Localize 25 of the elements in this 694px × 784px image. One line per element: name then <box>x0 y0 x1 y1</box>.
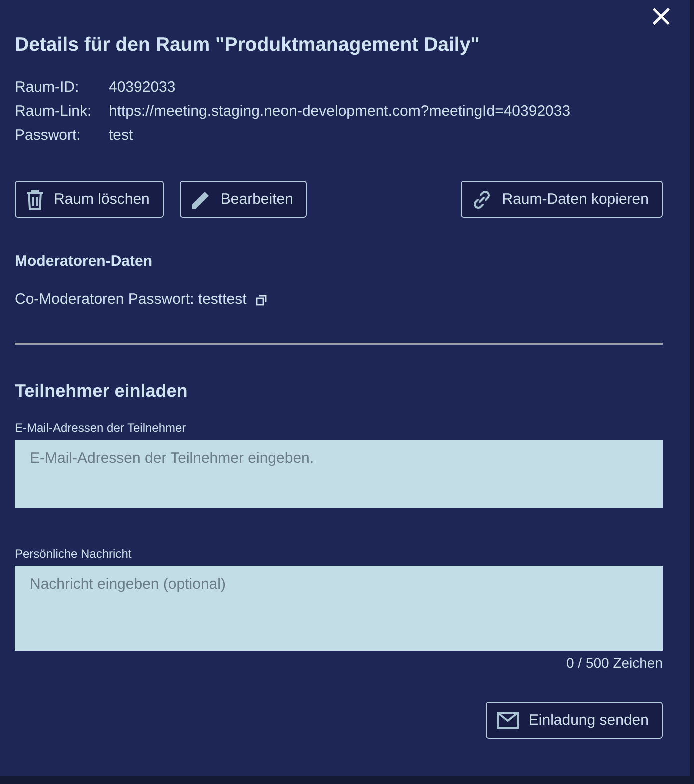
info-label: Raum-ID: <box>15 78 80 98</box>
envelope-icon <box>496 712 519 729</box>
text-field[interactable]: Nachricht eingeben (optional) <box>15 566 663 651</box>
field-label: Persönliche Nachricht <box>15 546 133 562</box>
pencil-icon <box>190 190 211 210</box>
trash-icon <box>26 190 44 210</box>
info-value: test <box>109 126 134 146</box>
send-invitation-button[interactable]: Einladung senden <box>486 702 663 739</box>
character-counter: 0 / 500 Zeichen <box>565 654 663 672</box>
link-icon <box>472 190 492 210</box>
info-label: Passwort: <box>15 126 82 146</box>
copy-button[interactable]: Raum-Daten kopieren <box>461 181 663 218</box>
dialog-title: Details für den Raum "Produktmanagement Daily" <box>15 33 481 58</box>
section-heading: Teilnehmer einladen <box>15 380 189 403</box>
text-field[interactable]: E-Mail-Adressen der Teilnehmer eingeben. <box>15 440 663 508</box>
copy-icon[interactable] <box>256 294 267 306</box>
edit-button[interactable]: Bearbeiten <box>180 181 308 218</box>
delete-button[interactable]: Raum löschen <box>15 181 164 218</box>
info-value: 40392033 <box>109 78 177 98</box>
section-heading: Moderatoren-Daten <box>15 252 154 272</box>
info-label: Raum-Link: <box>15 102 93 122</box>
info-value: https://meeting.staging.neon-development.com?meetingId=40392033 <box>109 102 572 122</box>
co-moderator-password: Co-Moderatoren Passwort: testtest <box>15 290 247 310</box>
close-button[interactable]: × <box>648 2 674 32</box>
field-label: E-Mail-Adressen der Teilnehmer <box>15 420 188 436</box>
